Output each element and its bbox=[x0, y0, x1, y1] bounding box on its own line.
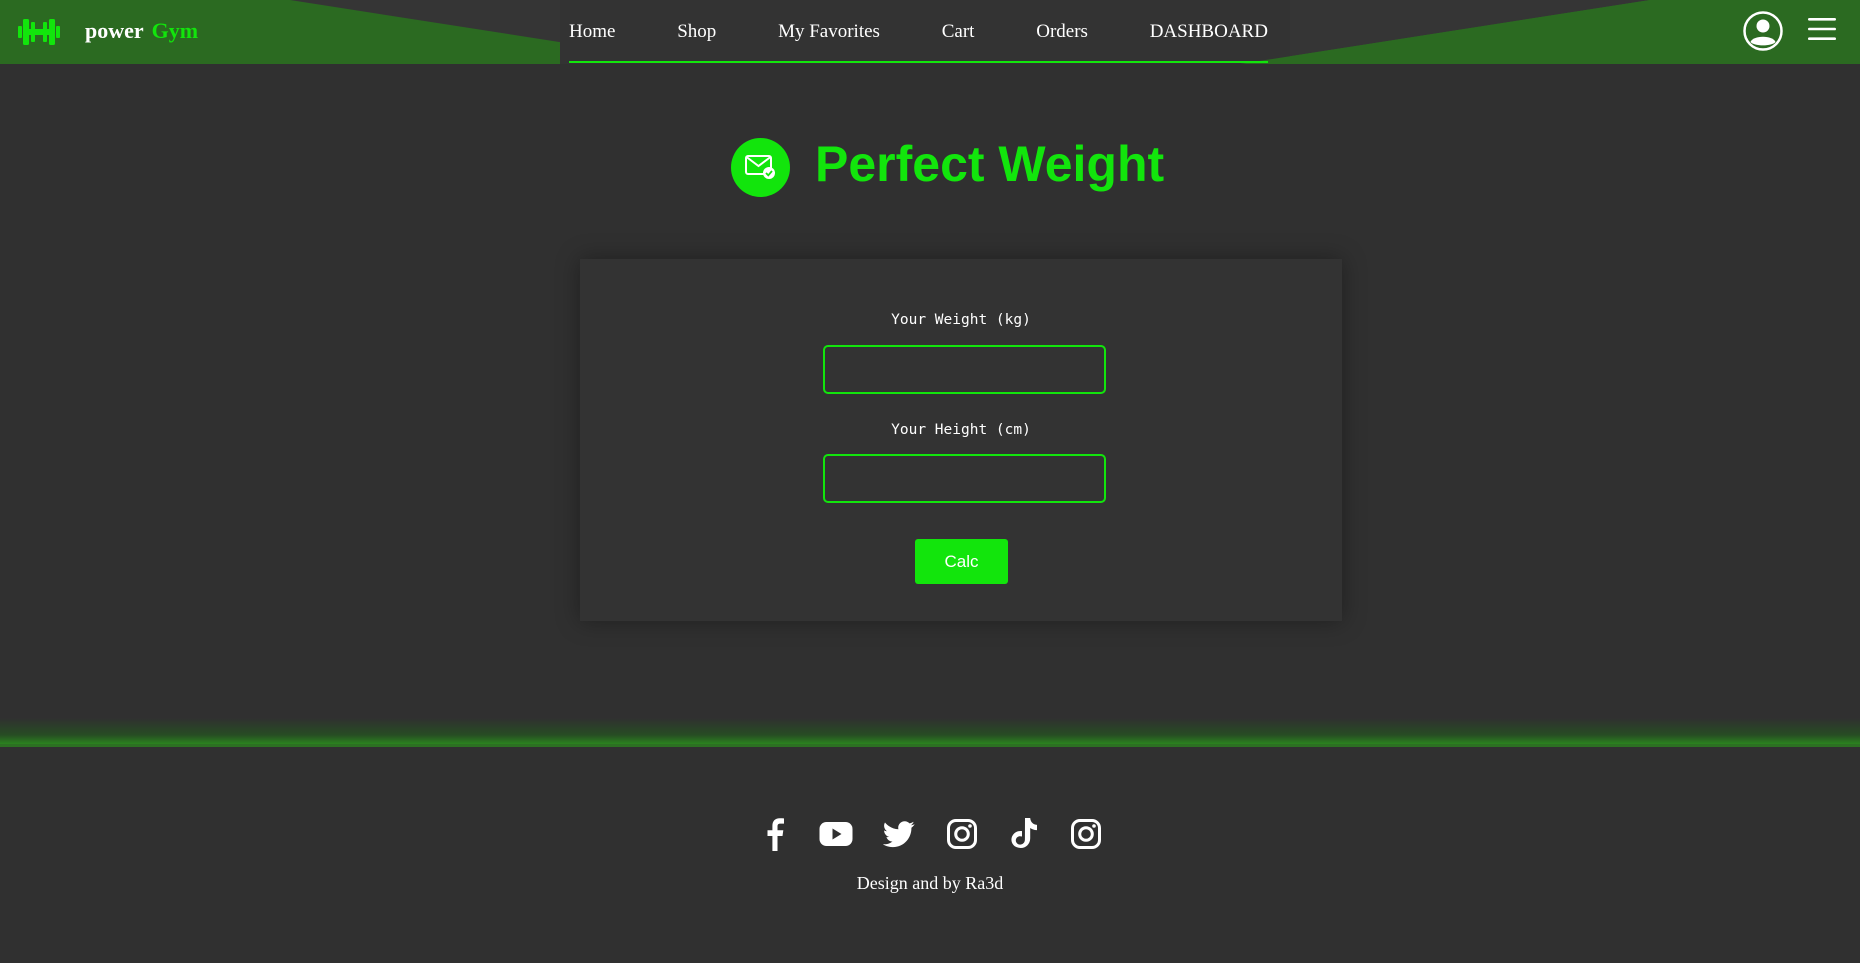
weight-input[interactable] bbox=[823, 345, 1106, 394]
facebook-icon[interactable] bbox=[756, 816, 792, 852]
twitter-icon[interactable] bbox=[881, 816, 917, 852]
nav-link-dashboard[interactable]: DASHBOARD bbox=[1150, 21, 1268, 43]
nav-underline bbox=[569, 61, 1268, 63]
nav-link-cart[interactable]: Cart bbox=[942, 21, 975, 43]
tiktok-icon[interactable] bbox=[1006, 816, 1042, 852]
nav-link-home[interactable]: Home bbox=[569, 21, 615, 43]
mail-check-icon bbox=[731, 138, 790, 197]
main-nav: Home Shop My Favorites Cart Orders DASHB… bbox=[569, 0, 1268, 64]
height-input[interactable] bbox=[823, 454, 1106, 503]
nav-link-my-favorites[interactable]: My Favorites bbox=[778, 21, 880, 43]
weight-label: Your Weight (kg) bbox=[891, 312, 1031, 328]
instagram-icon[interactable] bbox=[944, 816, 980, 852]
footer-credit: Design and by Ra3d bbox=[856, 873, 1004, 893]
youtube-icon[interactable] bbox=[818, 816, 854, 852]
brand-word-gym: Gym bbox=[151, 18, 199, 43]
footer-glow bbox=[0, 718, 1860, 746]
nav-link-orders[interactable]: Orders bbox=[1036, 21, 1088, 43]
height-label: Your Height (cm) bbox=[891, 422, 1031, 438]
user-circle-icon[interactable] bbox=[1743, 11, 1783, 51]
page-title: Perfect Weight bbox=[815, 136, 1165, 192]
social-links bbox=[756, 816, 1104, 852]
dumbbell-logo-icon[interactable] bbox=[18, 16, 60, 48]
footer-divider bbox=[0, 744, 1860, 747]
nav-link-shop[interactable]: Shop bbox=[677, 21, 716, 43]
calc-button[interactable]: Calc bbox=[915, 539, 1008, 584]
brand-name[interactable]: power Gym bbox=[85, 18, 198, 44]
hamburger-menu-icon[interactable] bbox=[1808, 16, 1836, 42]
brand-word-power: power bbox=[85, 18, 144, 43]
top-navbar: power Gym Home Shop My Favorites Cart Ord… bbox=[0, 0, 1860, 64]
instagram-icon[interactable] bbox=[1068, 816, 1104, 852]
